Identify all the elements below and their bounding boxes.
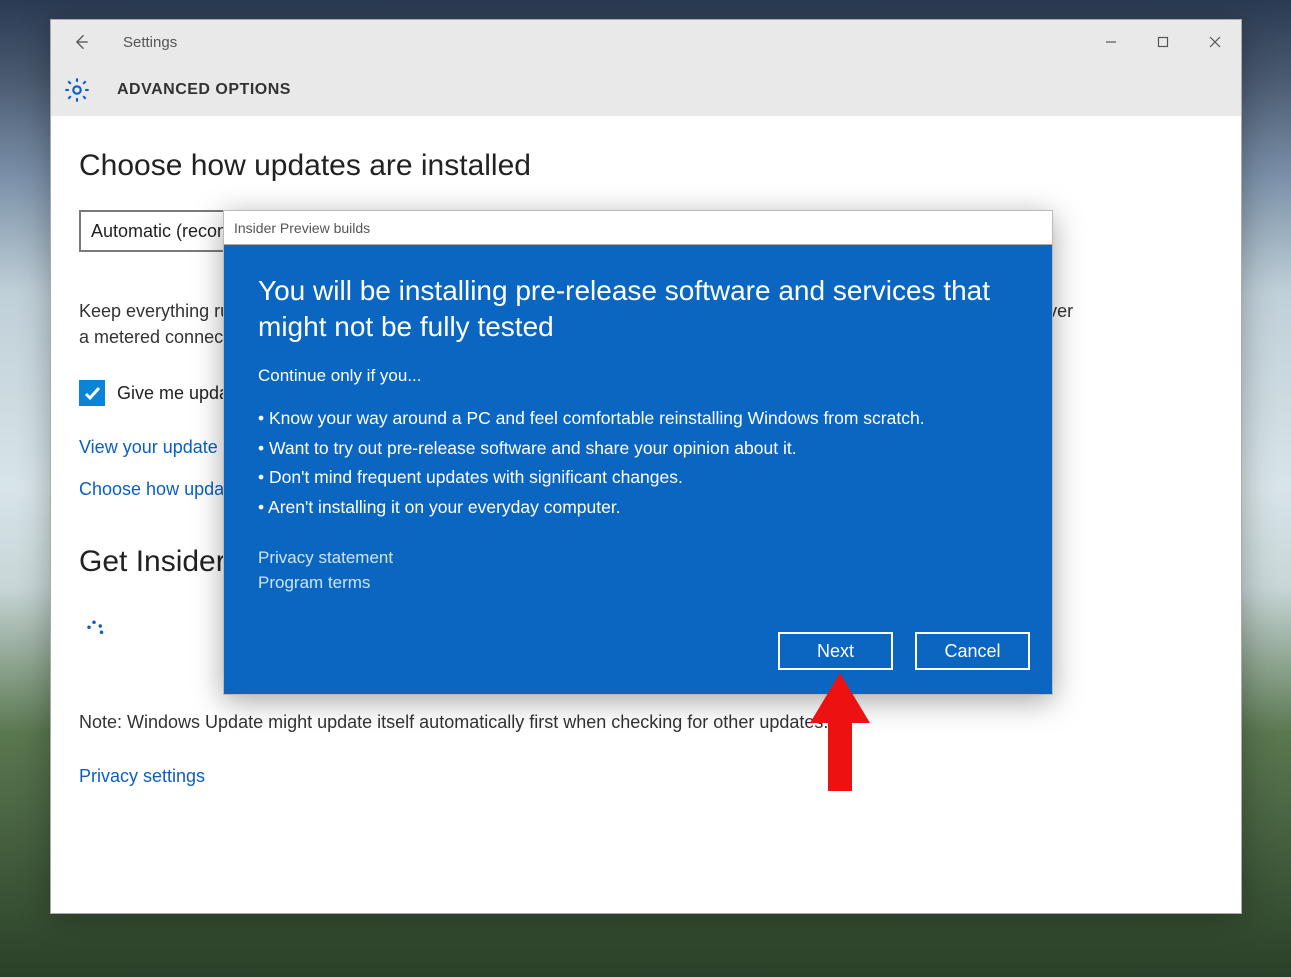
close-icon bbox=[1209, 36, 1221, 48]
gear-icon bbox=[63, 76, 91, 104]
dialog-body: You will be installing pre-release softw… bbox=[224, 245, 1052, 632]
window-titlebar: Settings bbox=[51, 20, 1241, 64]
dialog-titlebar: Insider Preview builds bbox=[224, 211, 1052, 245]
close-button[interactable] bbox=[1189, 20, 1241, 64]
dialog-heading: You will be installing pre-release softw… bbox=[258, 273, 1018, 346]
page-title: ADVANCED OPTIONS bbox=[117, 81, 291, 99]
next-button[interactable]: Next bbox=[778, 632, 893, 670]
minimize-icon bbox=[1105, 36, 1117, 48]
minimize-button[interactable] bbox=[1085, 20, 1137, 64]
back-button[interactable] bbox=[51, 20, 111, 64]
section-heading-updates: Choose how updates are installed bbox=[79, 144, 1213, 188]
dialog-title: Insider Preview builds bbox=[234, 220, 370, 236]
dialog-bullet: Aren't installing it on your everyday co… bbox=[258, 493, 1018, 523]
loading-spinner-icon bbox=[79, 616, 109, 646]
window-controls bbox=[1085, 20, 1241, 64]
dialog-link-terms[interactable]: Program terms bbox=[258, 570, 1018, 596]
dialog-intro: Continue only if you... bbox=[258, 366, 1018, 386]
header-band: ADVANCED OPTIONS bbox=[51, 64, 1241, 116]
maximize-icon bbox=[1157, 36, 1169, 48]
arrow-left-icon bbox=[71, 32, 91, 52]
link-privacy-settings[interactable]: Privacy settings bbox=[79, 766, 205, 786]
dialog-link-privacy[interactable]: Privacy statement bbox=[258, 545, 1018, 571]
dialog-bullet: Want to try out pre-release software and… bbox=[258, 434, 1018, 464]
dialog-bullet-list: Know your way around a PC and feel comfo… bbox=[258, 404, 1018, 523]
other-products-checkbox[interactable] bbox=[79, 380, 105, 406]
dialog-bullet: Know your way around a PC and feel comfo… bbox=[258, 404, 1018, 434]
cancel-button[interactable]: Cancel bbox=[915, 632, 1030, 670]
dialog-button-row: Next Cancel bbox=[224, 632, 1052, 694]
dialog-bullet: Don't mind frequent updates with signifi… bbox=[258, 463, 1018, 493]
maximize-button[interactable] bbox=[1137, 20, 1189, 64]
checkmark-icon bbox=[82, 383, 102, 403]
window-title: Settings bbox=[123, 34, 177, 51]
insider-preview-dialog: Insider Preview builds You will be insta… bbox=[223, 210, 1053, 695]
update-note: Note: Windows Update might update itself… bbox=[79, 709, 1213, 735]
